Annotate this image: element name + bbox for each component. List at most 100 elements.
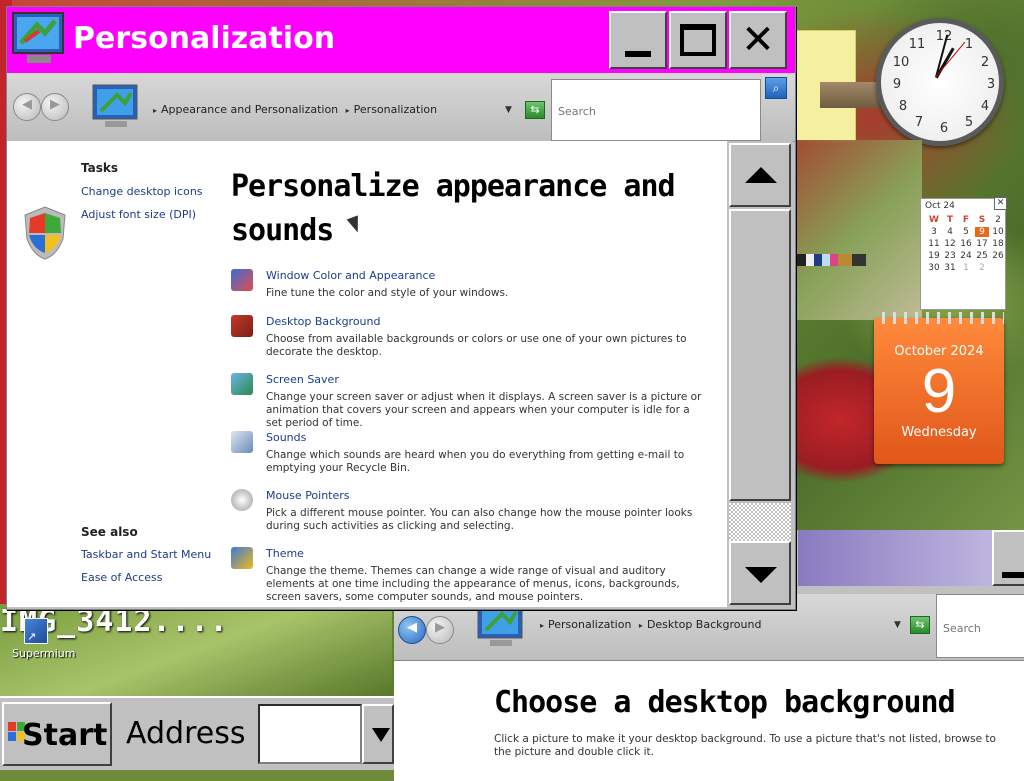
- calendar-day-header: F: [962, 215, 970, 225]
- search-input[interactable]: [941, 621, 1024, 636]
- nav-buttons: ◀ ▶: [398, 616, 454, 644]
- chevron-down-icon[interactable]: ▼: [894, 620, 901, 630]
- breadcrumb-item[interactable]: Appearance and Personalization: [161, 103, 338, 116]
- address-bar: ◀ ▶ ▸ Appearance and Personalization ▸ Per…: [7, 73, 795, 142]
- calendar-day-cell[interactable]: 19: [927, 251, 941, 261]
- window-titlebar[interactable]: Personalization ✕: [7, 7, 795, 73]
- mouse-pointers-icon: [231, 489, 253, 511]
- address-dropdown-button[interactable]: [362, 704, 394, 764]
- scrollbar-thumb[interactable]: [729, 209, 791, 501]
- minimize-button[interactable]: [609, 11, 667, 69]
- search-input[interactable]: [556, 104, 740, 119]
- adjust-font-size-link[interactable]: Adjust font size (DPI): [81, 208, 196, 221]
- breadcrumb-arrow-icon[interactable]: ▸: [639, 621, 643, 630]
- maximize-button[interactable]: [669, 11, 727, 69]
- calendar-day-cell[interactable]: 1: [959, 263, 973, 273]
- minimize-icon: [1002, 572, 1024, 578]
- calendar-day-cell[interactable]: 5: [959, 227, 973, 237]
- sounds-link[interactable]: Sounds: [266, 431, 306, 444]
- chevron-down-icon[interactable]: ▼: [505, 105, 512, 115]
- scroll-up-button[interactable]: [729, 143, 791, 207]
- close-icon[interactable]: ✕: [994, 197, 1007, 210]
- browser-shortcut-label[interactable]: Supermium: [12, 647, 76, 660]
- calendar-day-header: S: [978, 215, 986, 225]
- back-button[interactable]: ◀: [398, 616, 426, 644]
- calendar-day-cell[interactable]: 24: [959, 251, 973, 261]
- screen-saver-link[interactable]: Screen Saver: [266, 373, 339, 386]
- item-description: Pick a different mouse pointer. You can …: [266, 507, 693, 532]
- taskbar-start-menu-link[interactable]: Taskbar and Start Menu: [81, 548, 211, 561]
- calendar-day-cell[interactable]: 12: [943, 239, 957, 249]
- minimize-button[interactable]: [992, 530, 1024, 586]
- refresh-icon[interactable]: ⇆: [910, 616, 930, 634]
- mini-calendar-grid: W T F S 2 3 4 5 9 10 11 12 16 17 18 19 23 24 25 26 30 31 1 2: [921, 213, 1005, 275]
- calendar-day-cell[interactable]: 31: [943, 263, 957, 273]
- start-label: Start: [22, 718, 108, 753]
- calendar-day-cell[interactable]: 16: [959, 239, 973, 249]
- breadcrumb-arrow-icon[interactable]: ▸: [153, 106, 157, 115]
- address-toolbar-input[interactable]: [258, 704, 362, 764]
- scroll-down-icon: [745, 567, 777, 583]
- item-description: Choose from available backgrounds or col…: [266, 333, 687, 358]
- window-titlebar[interactable]: [798, 530, 1024, 586]
- breadcrumb-item[interactable]: Desktop Background: [647, 618, 762, 631]
- calendar-day-cell[interactable]: 4: [943, 227, 957, 237]
- item-description: Change the theme. Themes can change a wi…: [266, 565, 680, 603]
- breadcrumb-item[interactable]: Personalization: [354, 103, 437, 116]
- theme-icon: [231, 547, 253, 569]
- theme-link[interactable]: Theme: [266, 547, 304, 560]
- search-box[interactable]: [936, 594, 1024, 658]
- calendar-day-cell[interactable]: 2: [975, 263, 989, 273]
- breadcrumb-item[interactable]: Personalization: [548, 618, 631, 631]
- scroll-down-button[interactable]: [729, 541, 791, 605]
- ease-of-access-link[interactable]: Ease of Access: [81, 571, 162, 584]
- clock-gadget[interactable]: 12 1 2 3 4 5 6 7 8 9 10 11: [872, 14, 1004, 146]
- start-button[interactable]: Start: [2, 702, 112, 766]
- calendar-day-cell[interactable]: 11: [927, 239, 941, 249]
- calendar-day-cell[interactable]: 18: [991, 239, 1005, 249]
- back-button[interactable]: ◀: [13, 93, 41, 121]
- back-arrow-icon: ◀: [407, 620, 417, 635]
- clock-face-icon: 12 1 2 3 4 5 6 7 8 9 10 11: [876, 18, 1004, 146]
- calendar-day-cell[interactable]: 2: [991, 215, 1005, 225]
- search-icon[interactable]: ⌕: [765, 77, 787, 99]
- personalization-window: Personalization ✕ ◀ ▶ ▸ Appearance and Pe…: [6, 6, 796, 610]
- calendar-day-cell[interactable]: 30: [927, 263, 941, 273]
- breadcrumb-arrow-icon[interactable]: ▸: [540, 621, 544, 630]
- desktop-background-link[interactable]: Desktop Background: [266, 315, 381, 328]
- clock-number: 2: [980, 55, 990, 70]
- vertical-scrollbar[interactable]: [727, 141, 793, 607]
- calendar-day-cell[interactable]: 25: [975, 251, 989, 261]
- calendar-day-cell[interactable]: 23: [943, 251, 957, 261]
- calendar-gadget[interactable]: October 2024 9 Wednesday: [874, 312, 1004, 464]
- window-color-icon: [231, 269, 253, 291]
- control-panel-icon: [92, 84, 138, 127]
- mini-calendar-gadget[interactable]: ✕ Oct 24 W T F S 2 3 4 5 9 10 11 12 16 17 18 19 23 24 25 26…: [920, 197, 1007, 310]
- breadcrumb-arrow-icon[interactable]: ▸: [346, 106, 350, 115]
- calendar-rings: [874, 312, 1004, 324]
- item-description: Change which sounds are heard when you d…: [266, 449, 685, 474]
- calendar-day-cell[interactable]: 10: [991, 227, 1005, 237]
- forward-button[interactable]: ▶: [426, 616, 454, 644]
- window-color-link[interactable]: Window Color and Appearance: [266, 269, 435, 282]
- change-desktop-icons-link[interactable]: Change desktop icons: [81, 185, 203, 198]
- calendar-day-cell[interactable]: 17: [975, 239, 989, 249]
- browser-shortcut-icon[interactable]: ↗: [24, 618, 48, 644]
- calendar-day-cell[interactable]: 3: [927, 227, 941, 237]
- calendar-day-cell[interactable]: 26: [991, 251, 1005, 261]
- clock-number: 3: [986, 77, 996, 92]
- calendar-day-cell[interactable]: 9: [975, 227, 989, 237]
- forward-arrow-icon: ▶: [50, 97, 60, 112]
- pixelated-gadget-area: [796, 140, 922, 320]
- refresh-icon[interactable]: ⇆: [525, 101, 545, 119]
- minimize-icon: [625, 51, 651, 57]
- forward-arrow-icon: ▶: [435, 620, 445, 635]
- close-icon: ✕: [741, 17, 775, 63]
- window-content: Choose a desktop background Click a pict…: [394, 661, 1024, 781]
- close-button[interactable]: ✕: [729, 11, 787, 69]
- forward-button[interactable]: ▶: [41, 93, 69, 121]
- scrollbar-track[interactable]: [729, 503, 791, 541]
- item-description: Change your screen saver or adjust when …: [266, 391, 702, 429]
- mouse-pointers-link[interactable]: Mouse Pointers: [266, 489, 350, 502]
- search-box[interactable]: [551, 79, 761, 141]
